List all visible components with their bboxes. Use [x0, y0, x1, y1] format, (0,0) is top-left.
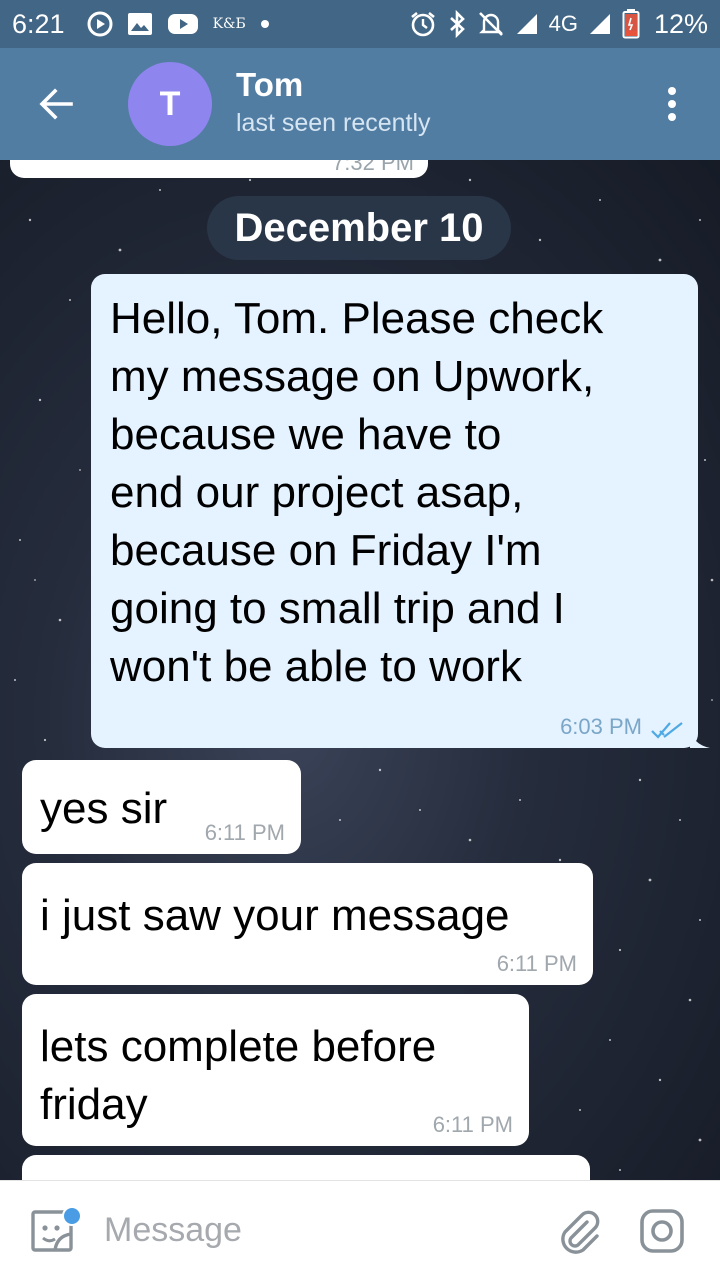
- message-text: i just saw your message: [40, 891, 510, 940]
- network-type: 4G: [548, 11, 578, 36]
- youtube-icon: [167, 12, 199, 36]
- message-text: lets complete before friday: [40, 1022, 437, 1129]
- sticker-button[interactable]: [0, 1181, 104, 1280]
- message-time: 7:32 PM: [332, 160, 414, 175]
- message-input-bar: [0, 1180, 720, 1280]
- paperclip-icon: [561, 1210, 600, 1254]
- message-time: 6:11 PM: [496, 951, 577, 976]
- alarm-icon: [409, 10, 437, 38]
- incoming-message-bubble-partial[interactable]: [22, 1155, 590, 1180]
- incoming-message-bubble[interactable]: yes sir 6:11 PM: [22, 760, 301, 854]
- outgoing-message-bubble[interactable]: Hello, Tom. Please check my message on U…: [91, 274, 710, 748]
- avatar[interactable]: T: [128, 62, 212, 146]
- signal-icon-2: [588, 12, 612, 36]
- incoming-message-bubble[interactable]: i just saw your message 6:11 PM: [22, 863, 593, 985]
- muted-bell-icon: [477, 10, 505, 38]
- message-time: 6:03 PM: [560, 714, 642, 739]
- contact-status: last seen recently: [236, 109, 431, 137]
- message-time: 6:11 PM: [432, 1112, 513, 1137]
- play-circle-icon: [87, 11, 113, 37]
- camera-button[interactable]: [618, 1181, 706, 1280]
- double-check-icon: [651, 722, 683, 739]
- battery-percent: 12%: [653, 8, 708, 39]
- message-input[interactable]: [104, 1200, 534, 1261]
- more-menu-button[interactable]: [624, 48, 720, 160]
- chat-header: T Tom last seen recently: [0, 48, 720, 160]
- message-text: yes sir: [40, 784, 168, 833]
- image-icon: [127, 12, 153, 36]
- incoming-message-bubble[interactable]: lets complete before friday 6:11 PM: [22, 994, 529, 1146]
- previous-message-bubble[interactable]: 7:32 PM: [10, 160, 428, 178]
- bluetooth-icon: [447, 10, 467, 38]
- camera-icon: [640, 1208, 684, 1253]
- contact-info[interactable]: Tom last seen recently: [236, 66, 431, 142]
- message-time: 6:11 PM: [204, 820, 285, 845]
- date-separator: December 10: [207, 196, 511, 260]
- battery-icon: [622, 9, 640, 39]
- arrow-left-icon: [39, 88, 73, 120]
- chat-messages-area[interactable]: 7:32 PM December 10 Hello, Tom. Please c…: [0, 160, 720, 1180]
- status-time: 6:21: [12, 8, 65, 39]
- kb-icon: K&Б: [212, 16, 246, 32]
- bubble-tail: [690, 728, 710, 748]
- more-vert-icon: [668, 87, 676, 121]
- dot-icon: [260, 19, 270, 29]
- signal-icon: [515, 12, 539, 36]
- attach-button[interactable]: [542, 1181, 618, 1280]
- contact-name: Tom: [236, 66, 304, 103]
- back-button[interactable]: [0, 48, 112, 160]
- message-text: Hello, Tom. Please check my message on U…: [110, 294, 604, 691]
- status-bar: 6:21 K&Б 4G 12%: [0, 0, 720, 48]
- notification-dot: [62, 1205, 82, 1226]
